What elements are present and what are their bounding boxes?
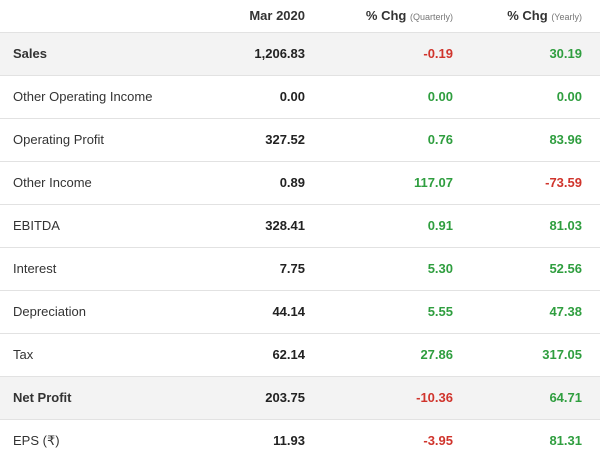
row-spacer (582, 161, 600, 205)
yearly-change-value: 83.96 (453, 118, 582, 162)
quarterly-change-value: 5.30 (305, 247, 453, 291)
table-row: Other Income 0.89 117.07 -73.59 (0, 161, 600, 205)
yearly-change-column-header: % Chg (Yearly) (453, 0, 582, 33)
metric-label: Tax (0, 333, 200, 377)
row-spacer (582, 32, 600, 76)
yearly-change-value: 317.05 (453, 333, 582, 377)
period-value: 7.75 (200, 247, 305, 291)
yearly-change-value: 0.00 (453, 75, 582, 119)
row-spacer (582, 376, 600, 420)
metric-label: Other Income (0, 161, 200, 205)
yearly-change-value: 52.56 (453, 247, 582, 291)
table-row: Tax 62.14 27.86 317.05 (0, 333, 600, 377)
table-row: EBITDA 328.41 0.91 81.03 (0, 204, 600, 248)
yearly-change-value: 81.31 (549, 433, 582, 449)
header-spacer (582, 0, 600, 33)
period-value: 11.93 (273, 433, 305, 449)
table-row: Interest 7.75 5.30 52.56 (0, 247, 600, 291)
metric-label: Other Operating Income (0, 75, 200, 119)
period-value: 203.75 (200, 376, 305, 420)
quarterly-change-value: 27.86 (305, 333, 453, 377)
metric-label: EBITDA (0, 204, 200, 248)
metric-label: Depreciation (0, 290, 200, 334)
period-value: 0.89 (200, 161, 305, 205)
financials-table: Mar 2020 % Chg (Quarterly) % Chg (Yearly… (0, 0, 600, 462)
quarterly-change-value: 0.91 (305, 204, 453, 248)
quarterly-change-value: 117.07 (305, 161, 453, 205)
table-header-row: Mar 2020 % Chg (Quarterly) % Chg (Yearly… (0, 0, 600, 33)
quarterly-change-value: -3.95 (423, 433, 453, 449)
quarterly-change-value: 0.00 (305, 75, 453, 119)
yearly-change-label: % Chg (507, 8, 548, 24)
metric-column-header (0, 0, 200, 33)
quarterly-change-value: -10.36 (305, 376, 453, 420)
period-value: 44.14 (200, 290, 305, 334)
row-spacer (582, 419, 600, 462)
row-spacer (582, 75, 600, 119)
table-row: Sales 1,206.83 -0.19 30.19 (0, 32, 600, 76)
quarterly-change-value: 0.76 (305, 118, 453, 162)
metric-label: Interest (0, 247, 200, 291)
metric-label: Operating Profit (0, 118, 200, 162)
row-spacer (582, 204, 600, 248)
table-row: Other Operating Income 0.00 0.00 0.00 (0, 75, 600, 119)
period-column-header: Mar 2020 (200, 0, 305, 33)
yearly-change-value: -73.59 (453, 161, 582, 205)
period-value: 328.41 (200, 204, 305, 248)
yearly-change-value: 64.71 (453, 376, 582, 420)
quarterly-change-column-header: % Chg (Quarterly) (305, 0, 453, 33)
yearly-sub-label: (Yearly) (551, 12, 582, 23)
table-body: Sales 1,206.83 -0.19 30.19 Other Operating I… (0, 32, 600, 462)
row-spacer (582, 247, 600, 291)
row-spacer (582, 118, 600, 162)
yearly-change-value: 30.19 (453, 32, 582, 76)
yearly-change-value: 47.38 (453, 290, 582, 334)
period-value: 1,206.83 (200, 32, 305, 76)
quarterly-change-value: 5.55 (305, 290, 453, 334)
metric-label: EPS (₹) (13, 432, 60, 448)
metric-label: Sales (0, 32, 200, 76)
period-value: 327.52 (200, 118, 305, 162)
table-row: Net Profit 203.75 -10.36 64.71 (0, 376, 600, 420)
table-row: Depreciation 44.14 5.55 47.38 (0, 290, 600, 334)
metric-label: Net Profit (0, 376, 200, 420)
quarterly-change-label: % Chg (365, 8, 407, 24)
quarterly-change-value: -0.19 (305, 32, 453, 76)
table-row: EPS (₹) 11.93 -3.95 81.31 (0, 419, 600, 462)
yearly-change-value: 81.03 (453, 204, 582, 248)
period-value: 62.14 (200, 333, 305, 377)
period-label: Mar 2020 (249, 8, 305, 24)
quarterly-sub-label: (Quarterly) (409, 12, 453, 23)
period-value: 0.00 (200, 75, 305, 119)
row-spacer (582, 333, 600, 377)
row-spacer (582, 290, 600, 334)
table-row: Operating Profit 327.52 0.76 83.96 (0, 118, 600, 162)
